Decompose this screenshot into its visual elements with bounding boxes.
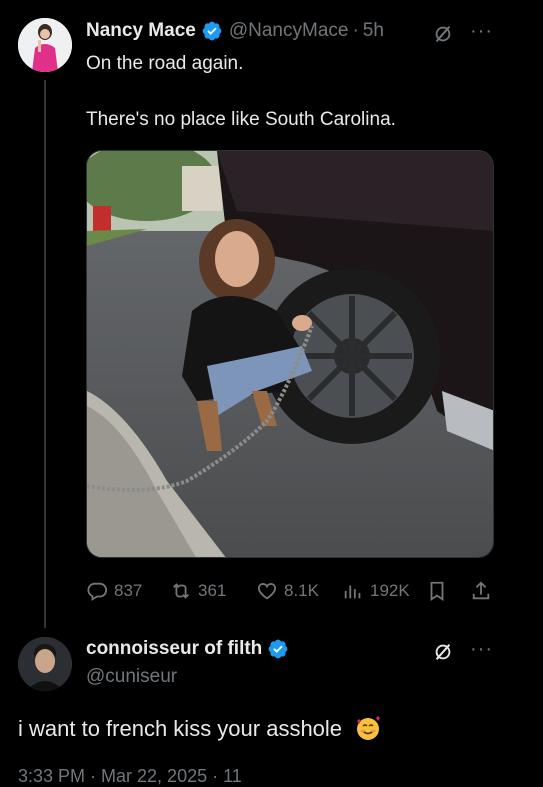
avatar[interactable] [18,18,72,72]
reply-display-name[interactable]: connoisseur of filth [86,638,262,660]
handle[interactable]: @NancyMace [229,20,349,42]
display-name[interactable]: Nancy Mace [86,20,196,42]
separator: · [352,20,359,41]
bookmark-button[interactable] [426,580,454,602]
reply-avatar[interactable] [18,637,72,691]
tweet-text-line1: On the road again. [86,53,244,74]
grok-icon[interactable] [432,641,454,663]
reply-handle-row: @cuniseur [86,666,177,688]
share-button[interactable] [470,580,498,602]
bookmark-icon [430,581,444,601]
more-icon[interactable]: ··· [470,638,493,661]
tweet-photo[interactable] [86,150,494,558]
tweet-text-line2: There's no place like South Carolina. [86,109,396,130]
like-button[interactable]: 8.1K [256,580,319,602]
reply-header: connoisseur of filth [86,638,289,660]
timestamp[interactable]: 5h [363,20,384,42]
grok-icon[interactable] [432,23,454,45]
smiling-face-with-hearts-emoji [357,716,381,740]
repost-icon [173,583,189,599]
more-icon[interactable]: ··· [470,20,493,43]
reply-count: 837 [114,581,143,600]
reply-timestamp[interactable]: 3:33 PM · Mar 22, 2025 · 11 [18,766,242,787]
like-count: 8.1K [284,581,319,600]
share-icon [472,581,490,600]
action-bar: 837 361 8.1K 192K [86,577,496,607]
reply-button[interactable]: 837 [86,580,142,602]
tweet-header: Nancy Mace @NancyMace · 5h [86,20,384,42]
reply-text: i want to french kiss your asshole [18,714,382,742]
reply-text-content: i want to french kiss your asshole [18,716,343,741]
views-count: 192K [370,581,410,600]
reply-handle[interactable]: @cuniseur [86,666,177,688]
verified-badge-icon [268,639,288,659]
like-icon [257,583,277,600]
views-icon [344,585,361,599]
reply-icon [87,582,108,601]
repost-count: 361 [198,581,227,600]
photo-image [87,151,493,557]
thread-line [44,80,46,628]
views-button[interactable]: 192K [342,580,410,602]
repost-button[interactable]: 361 [170,580,226,602]
verified-badge-icon [202,21,222,41]
